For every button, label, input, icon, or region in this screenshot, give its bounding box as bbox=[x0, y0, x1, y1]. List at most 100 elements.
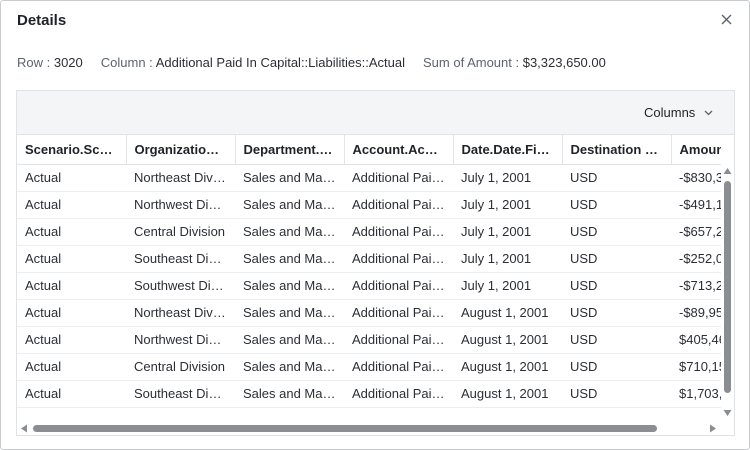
cell-scenario: Actual bbox=[17, 353, 126, 381]
cell-date: July 1, 2001 bbox=[453, 218, 562, 246]
column-header-account[interactable]: Account.Account bbox=[344, 135, 454, 165]
columns-button[interactable]: Columns bbox=[644, 105, 713, 120]
cell-scenario: Actual bbox=[17, 272, 126, 300]
table-row[interactable]: ActualSouthwest DivisionSales and Market… bbox=[17, 407, 721, 409]
scroll-down-arrow-icon[interactable] bbox=[723, 409, 732, 417]
selection-summary: Row : 3020 Column : Additional Paid In C… bbox=[17, 55, 624, 70]
cell-organization: Central Division bbox=[126, 353, 235, 381]
cell-organization: Northeast Division bbox=[126, 164, 235, 192]
cell-destination-currency: USD bbox=[562, 299, 671, 327]
cell-department: Sales and Marketing bbox=[235, 353, 344, 381]
column-header-scenario[interactable]: Scenario.Scenario bbox=[17, 135, 127, 165]
row-info: Row : 3020 bbox=[17, 55, 83, 70]
cell-date: July 1, 2001 bbox=[453, 191, 562, 219]
cell-amount: -$830,3 bbox=[671, 164, 721, 192]
table-row[interactable]: ActualCentral DivisionSales and Marketin… bbox=[17, 218, 721, 246]
cell-account: Additional Paid In Capital bbox=[344, 191, 453, 219]
cell-amount: -$491,12 bbox=[671, 191, 721, 219]
scroll-right-arrow-icon[interactable] bbox=[709, 424, 717, 433]
cell-destination-currency: USD bbox=[562, 353, 671, 381]
cell-department: Sales and Marketing bbox=[235, 326, 344, 354]
close-button[interactable] bbox=[717, 10, 735, 28]
dialog-title: Details bbox=[17, 12, 67, 29]
details-table: Scenario.Scenario Organization.Organizat… bbox=[17, 135, 721, 409]
cell-destination-currency: USD bbox=[562, 272, 671, 300]
cell-department: Sales and Marketing bbox=[235, 380, 344, 408]
cell-destination-currency: USD bbox=[562, 191, 671, 219]
close-icon bbox=[721, 14, 731, 24]
cell-amount: $405,46 bbox=[671, 326, 721, 354]
cell-account: Additional Paid In Capital bbox=[344, 380, 453, 408]
cell-account: Additional Paid In Capital bbox=[344, 218, 453, 246]
column-header-organization[interactable]: Organization.Organization bbox=[126, 135, 236, 165]
cell-date: August 1, 2001 bbox=[453, 380, 562, 408]
cell-date: July 1, 2001 bbox=[453, 164, 562, 192]
cell-date: August 1, 2001 bbox=[453, 326, 562, 354]
cell-account: Additional Paid In Capital bbox=[344, 245, 453, 273]
details-grid: Columns Scenario.Scenario Organization.O… bbox=[16, 90, 735, 436]
cell-account: Additional Paid In Capital bbox=[344, 326, 453, 354]
cell-scenario: Actual bbox=[17, 380, 126, 408]
cell-scenario: Actual bbox=[17, 245, 126, 273]
table-row[interactable]: Actual Northwest Division Sales and Market… bbox=[17, 326, 721, 354]
grid-toolbar: Columns bbox=[17, 91, 734, 135]
table-row[interactable]: Actual Northeast Division Sales and Market… bbox=[17, 299, 721, 327]
cell-organization: Central Division bbox=[126, 218, 235, 246]
column-header-date[interactable]: Date.Date.Fiscal bbox=[453, 135, 563, 165]
cell-destination-currency: USD bbox=[562, 245, 671, 273]
cell-scenario: Actual bbox=[17, 218, 126, 246]
cell-destination-currency: USD bbox=[562, 164, 671, 192]
columns-button-label: Columns bbox=[644, 105, 696, 120]
cell-account: Additional Paid In Capital bbox=[344, 164, 453, 192]
cell-department: Sales and Marketing bbox=[235, 218, 344, 246]
cell-organization: Southwest Division bbox=[126, 407, 235, 409]
column-header-destination-currency[interactable]: Destination Currency bbox=[562, 135, 672, 165]
cell-date: August 1, 2001 bbox=[453, 353, 562, 381]
cell-account: Additional Paid In Capital bbox=[344, 272, 453, 300]
vertical-scroll-thumb[interactable] bbox=[724, 181, 731, 393]
scroll-left-arrow-icon[interactable] bbox=[20, 424, 28, 433]
table-row[interactable]: Actual Southeast Division Sales and Market… bbox=[17, 380, 721, 408]
cell-amount: -$89,95 bbox=[671, 299, 721, 327]
cell-date: July 1, 2001 bbox=[453, 272, 562, 300]
cell-organization: Southeast Division bbox=[126, 380, 235, 408]
cell-destination-currency: USD bbox=[562, 218, 671, 246]
table-row[interactable]: ActualSouthwest DivisionSales and Market… bbox=[17, 272, 721, 300]
cell-destination-currency: USD bbox=[562, 407, 671, 409]
cell-scenario: Actual bbox=[17, 191, 126, 219]
cell-account: Additional Paid In Capital bbox=[344, 353, 453, 381]
cell-amount: $781,60 bbox=[671, 407, 721, 409]
cell-department: Sales and Marketing bbox=[235, 245, 344, 273]
cell-date: August 1, 2001 bbox=[453, 407, 562, 409]
vertical-scrollbar[interactable] bbox=[721, 135, 734, 423]
cell-department: Sales and Marketing bbox=[235, 407, 344, 409]
sum-info: Sum of Amount : $3,323,650.00 bbox=[423, 55, 606, 70]
column-info: Column : Additional Paid In Capital::Lia… bbox=[100, 55, 405, 70]
table-row[interactable]: Actual Northeast Division Sales and Market… bbox=[17, 164, 721, 192]
table-row[interactable]: Actual Northwest Division Sales and Market… bbox=[17, 191, 721, 219]
column-header-amount[interactable]: Amount bbox=[671, 135, 721, 165]
table-row[interactable]: Actual Southeast Division Sales and Market… bbox=[17, 245, 721, 273]
column-header-department[interactable]: Department.Department bbox=[235, 135, 345, 165]
horizontal-scroll-thumb[interactable] bbox=[33, 425, 657, 432]
cell-department: Sales and Marketing bbox=[235, 164, 344, 192]
cell-amount: -$657,2 bbox=[671, 218, 721, 246]
cell-amount: -$252,0 bbox=[671, 245, 721, 273]
cell-amount: -$713,2 bbox=[671, 272, 721, 300]
horizontal-scrollbar[interactable] bbox=[17, 422, 721, 435]
cell-department: Sales and Marketing bbox=[235, 272, 344, 300]
header-row: Scenario.Scenario Organization.Organizat… bbox=[17, 135, 721, 165]
cell-department: Sales and Marketing bbox=[235, 299, 344, 327]
cell-scenario: Actual bbox=[17, 326, 126, 354]
cell-scenario: Actual bbox=[17, 299, 126, 327]
cell-scenario: Actual bbox=[17, 407, 126, 409]
cell-organization: Southeast Division bbox=[126, 245, 235, 273]
scroll-up-arrow-icon[interactable] bbox=[723, 167, 732, 175]
cell-organization: Northeast Division bbox=[126, 299, 235, 327]
cell-destination-currency: USD bbox=[562, 326, 671, 354]
cell-amount: $710,150 bbox=[671, 353, 721, 381]
table-row[interactable]: ActualCentral DivisionSales and Marketin… bbox=[17, 353, 721, 381]
cell-date: August 1, 2001 bbox=[453, 299, 562, 327]
cell-amount: $1,703,1 bbox=[671, 380, 721, 408]
details-dialog: Details Row : 3020 Column : Additional P… bbox=[0, 0, 750, 450]
